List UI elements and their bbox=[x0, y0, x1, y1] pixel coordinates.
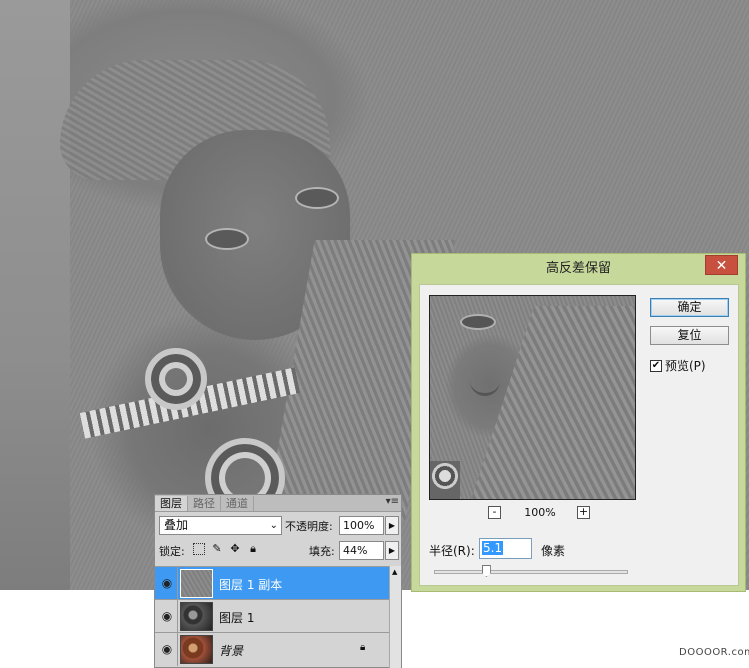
zoom-out-button[interactable]: - bbox=[488, 506, 501, 519]
preview-eye-region bbox=[460, 314, 496, 330]
radius-input[interactable]: 5.1 bbox=[479, 538, 532, 559]
canvas-background-wall bbox=[0, 0, 70, 590]
fill-input[interactable]: 44% bbox=[339, 541, 384, 560]
reset-button[interactable]: 复位 bbox=[650, 326, 729, 345]
radius-label: 半径(R): bbox=[429, 544, 475, 558]
lock-transparent-pixels-icon[interactable] bbox=[193, 543, 205, 555]
checkmark-icon[interactable]: ✔ bbox=[650, 359, 662, 372]
radius-slider-thumb[interactable] bbox=[481, 565, 491, 577]
ok-button[interactable]: 确定 bbox=[650, 298, 729, 317]
radius-slider-track[interactable] bbox=[434, 570, 628, 574]
opacity-input[interactable]: 100% bbox=[339, 516, 384, 535]
filter-preview-pane[interactable] bbox=[429, 295, 636, 500]
preview-cloth-region bbox=[465, 306, 635, 499]
preview-trim-region bbox=[430, 461, 460, 499]
canvas-right-eye bbox=[295, 187, 339, 209]
lock-image-pixels-icon[interactable]: ✎ bbox=[211, 543, 223, 555]
layer-row[interactable]: ◉ 图层 1 副本 bbox=[155, 566, 389, 600]
tab-layers[interactable]: 图层 bbox=[155, 496, 188, 511]
lock-row: 锁定: ✎ ✥ 🔒︎ 填充: 44% ▶ bbox=[159, 541, 399, 561]
blend-row: 叠加 ⌄ 不透明度: 100% ▶ bbox=[159, 516, 399, 536]
high-pass-dialog: 高反差保留 ✕ - 100% + 确定 复位 ✔ 预览(P) 半径(R): 5.… bbox=[411, 253, 746, 592]
canvas-left-eye bbox=[205, 228, 249, 250]
fill-label: 填充: bbox=[309, 545, 335, 558]
opacity-label: 不透明度: bbox=[285, 520, 333, 533]
layer-thumbnail bbox=[180, 635, 213, 664]
radius-unit-label: 像素 bbox=[541, 544, 566, 558]
layer-thumbnail bbox=[180, 569, 213, 598]
watermark-text: DOOOOR.com bbox=[679, 647, 749, 658]
layer-row[interactable]: ◉ 图层 1 bbox=[155, 599, 389, 633]
scroll-up-icon[interactable]: ▲ bbox=[392, 568, 397, 576]
radius-input-value: 5.1 bbox=[482, 541, 504, 555]
tab-paths[interactable]: 路径 bbox=[188, 496, 221, 511]
zoom-in-button[interactable]: + bbox=[577, 506, 590, 519]
lock-position-icon[interactable]: ✥ bbox=[229, 543, 241, 555]
layers-panel-tabs: 图层 路径 通道 ▾≡ bbox=[155, 495, 401, 512]
layer-thumbnail bbox=[180, 602, 213, 631]
close-button[interactable]: ✕ bbox=[705, 255, 738, 275]
lock-icon: 🔒︎ bbox=[360, 642, 366, 653]
canvas-swirl-pattern bbox=[145, 348, 207, 410]
layer-row[interactable]: ◉ 背景 🔒︎ bbox=[155, 632, 389, 666]
lock-all-icon[interactable]: 🔒︎ bbox=[247, 543, 259, 555]
preview-checkbox[interactable]: ✔ 预览(P) bbox=[650, 357, 706, 374]
lock-label: 锁定: bbox=[159, 545, 185, 558]
eye-icon[interactable]: ◉ bbox=[159, 608, 175, 624]
blend-mode-value: 叠加 bbox=[164, 518, 189, 532]
preview-nose-region bbox=[470, 366, 500, 396]
eye-icon[interactable]: ◉ bbox=[159, 575, 175, 591]
layers-scrollbar[interactable]: ▲ bbox=[389, 566, 401, 668]
preview-checkbox-label: 预览(P) bbox=[665, 359, 706, 373]
panel-menu-icon[interactable]: ▾≡ bbox=[386, 496, 399, 507]
layer-name[interactable]: 背景 bbox=[219, 642, 243, 659]
layer-divider bbox=[177, 600, 178, 633]
dialog-body: - 100% + 确定 复位 ✔ 预览(P) 半径(R): 5.1 像素 bbox=[419, 284, 739, 586]
chevron-down-icon: ⌄ bbox=[269, 520, 278, 531]
layers-panel: 图层 路径 通道 ▾≡ 叠加 ⌄ 不透明度: 100% ▶ 锁定: ✎ ✥ 🔒︎… bbox=[154, 494, 402, 668]
tab-channels[interactable]: 通道 bbox=[221, 496, 254, 511]
layer-name[interactable]: 图层 1 副本 bbox=[219, 576, 282, 593]
fill-slider-button[interactable]: ▶ bbox=[385, 541, 399, 560]
dialog-title: 高反差保留 bbox=[545, 261, 611, 276]
eye-icon[interactable]: ◉ bbox=[159, 641, 175, 657]
layer-divider bbox=[177, 633, 178, 666]
layer-name[interactable]: 图层 1 bbox=[219, 609, 254, 626]
opacity-slider-button[interactable]: ▶ bbox=[385, 516, 399, 535]
layer-divider bbox=[177, 567, 178, 600]
zoom-level-label: 100% bbox=[524, 506, 556, 519]
blend-mode-select[interactable]: 叠加 ⌄ bbox=[159, 516, 282, 535]
